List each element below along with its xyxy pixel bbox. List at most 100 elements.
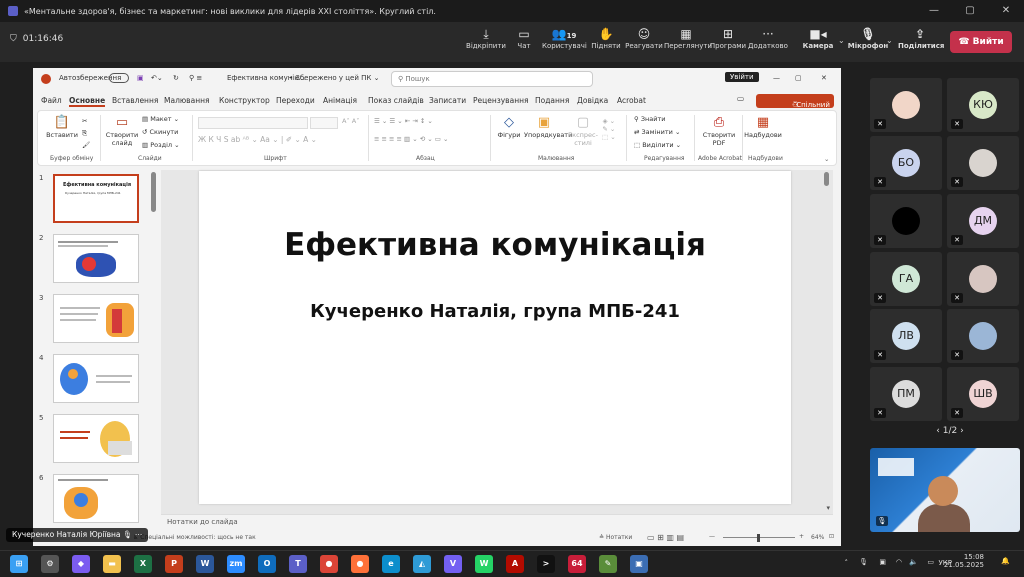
slide-thumb-5[interactable] (53, 414, 139, 463)
search-input[interactable]: ⚲ Пошук (391, 71, 593, 87)
tab-transitions[interactable]: Переходи (276, 96, 315, 105)
font-size-select[interactable] (310, 117, 338, 129)
copy-icon[interactable]: ⎘ (82, 129, 87, 138)
notifications-icon[interactable]: 🔔 (1001, 557, 1010, 565)
participant-tile[interactable]: ✕ (947, 252, 1019, 306)
chat-button[interactable]: ▭ Чат (502, 26, 546, 50)
layout-button[interactable]: ▤ Макет ⌄ (142, 115, 179, 123)
tab-help[interactable]: Довідка (577, 96, 608, 105)
zoom-in-icon[interactable]: + (799, 533, 804, 540)
zoom-taskbar-icon[interactable]: zm (227, 555, 245, 573)
paste-button[interactable]: 📋 Вставити (46, 115, 78, 139)
undo-icon[interactable]: ↶⌄ (151, 74, 163, 82)
thumbnails-scrollbar[interactable] (151, 172, 156, 212)
accessibility-status[interactable]: ♿ Спеціальні можливості: щось не так (133, 534, 256, 541)
mic-button[interactable]: 🎙 Мікрофон (846, 26, 890, 50)
cut-icon[interactable]: ✂ (82, 117, 87, 125)
ppt-minimize-button[interactable]: — (773, 74, 780, 82)
tab-record[interactable]: Записати (429, 96, 466, 105)
tab-animations[interactable]: Анімація (323, 96, 357, 105)
participant-tile[interactable]: ГА ✕ (870, 252, 942, 306)
slide-thumb-3[interactable] (53, 294, 139, 343)
notes-pane[interactable]: Нотатки до слайда (161, 514, 833, 530)
react-button[interactable]: ☺ Реагувати (622, 26, 666, 50)
select-button[interactable]: ⬚ Виділити ⌄ (634, 141, 681, 149)
next-page-icon[interactable]: › (960, 426, 964, 436)
wifi-icon[interactable]: ◠ (896, 558, 902, 566)
autosave-toggle[interactable] (109, 73, 129, 83)
slide-thumb-4[interactable] (53, 354, 139, 403)
slide-thumb-1[interactable]: Ефективна комунікація Кучеренко Наталія,… (53, 174, 139, 223)
share-button[interactable]: ⚇ Спільний доступ ⌄ (756, 94, 834, 123)
camera-button[interactable]: ■◂ Камера (796, 26, 840, 50)
reset-button[interactable]: ↺ Скинути (142, 128, 178, 136)
sign-in-tooltip[interactable]: Увійти (725, 72, 759, 82)
tab-slideshow[interactable]: Показ слайдів (368, 96, 424, 105)
teams-tray-icon[interactable]: ▣ (879, 558, 886, 566)
shape-fill-icons[interactable]: ◈ ⌄ ✎ ⌄ ⬚ ⌄ (602, 117, 616, 141)
participant-tile[interactable]: КЮ ✕ (947, 78, 1019, 132)
save-icon[interactable]: ▣ (137, 74, 144, 82)
tab-insert[interactable]: Вставлення (112, 96, 158, 105)
find-button[interactable]: ⚲ Знайти (634, 115, 665, 123)
battery-icon[interactable]: ▭ (927, 558, 934, 566)
people-button[interactable]: 👥19 Користувачі (542, 26, 587, 50)
firefox-taskbar-icon[interactable]: ● (351, 555, 369, 573)
tab-home[interactable]: Основне (69, 96, 106, 107)
whatsapp-taskbar-icon[interactable]: W (475, 555, 493, 573)
share-screen-button[interactable]: ⇪ Поділитися (898, 26, 944, 50)
excel-taskbar-icon[interactable]: X (134, 555, 152, 573)
settings-taskbar-icon[interactable]: ⚙ (41, 555, 59, 573)
explorer-taskbar-icon[interactable]: ▬ (103, 555, 121, 573)
ppt-close-button[interactable]: ✕ (821, 74, 827, 82)
ribbon-expand-chevron-icon[interactable]: ⌄ (824, 155, 829, 163)
show-hidden-icons[interactable]: ˄ (845, 559, 849, 567)
view-button[interactable]: ▦ Переглянути (664, 26, 712, 50)
font-grow-icon[interactable]: A˄ A˅ (342, 117, 359, 125)
tab-review[interactable]: Рецензування (473, 96, 529, 105)
current-slide[interactable]: Ефективна комунікація Кучеренко Наталія,… (199, 171, 791, 504)
new-slide-button[interactable]: ▭ Створити слайд (104, 115, 140, 147)
tab-draw[interactable]: Малювання (164, 96, 210, 105)
zoom-out-icon[interactable]: — (709, 533, 715, 540)
mic-options-chevron-icon[interactable]: ⌄ (886, 36, 893, 45)
leave-button[interactable]: ☎ Вийти (950, 31, 1012, 53)
tab-acrobat[interactable]: Acrobat (617, 96, 646, 105)
redo-icon[interactable]: ↻ (173, 74, 179, 82)
tab-file[interactable]: Файл (41, 96, 62, 105)
font-family-select[interactable] (198, 117, 308, 129)
font-format-icons[interactable]: Ж К Ч S ab ᴬᴮ ⌄ Аа ⌄ | ✐ ⌄ A ⌄ (198, 135, 317, 144)
comments-icon[interactable]: ▭ (737, 94, 744, 103)
customize-icon[interactable]: ⚲ ≡ (189, 74, 202, 82)
participant-tile[interactable]: ПМ ✕ (870, 367, 942, 421)
camera-options-chevron-icon[interactable]: ⌄ (838, 36, 845, 45)
clock[interactable]: 15:08 21.05.2025 (944, 553, 984, 569)
edge-taskbar-icon[interactable]: e (382, 555, 400, 573)
apps-button[interactable]: ⊞ Програми (706, 26, 750, 50)
app64-taskbar-icon[interactable]: 64 (568, 555, 586, 573)
zoom-thumb[interactable] (757, 534, 760, 542)
volume-icon[interactable]: 🔈 (909, 558, 918, 566)
view-buttons[interactable]: ▭ ⊞ ▥ ▤ (647, 533, 684, 542)
teams-taskbar-icon[interactable]: T (289, 555, 307, 573)
participant-tile[interactable]: ✕ (947, 136, 1019, 190)
section-button[interactable]: ▥ Розділ ⌄ (142, 141, 180, 149)
zoom-level[interactable]: 64% (811, 534, 824, 541)
maximize-button[interactable]: ▢ (952, 0, 988, 22)
chrome-taskbar-icon[interactable]: ● (320, 555, 338, 573)
arrange-button[interactable]: ▣ Упорядкувати (524, 115, 572, 139)
participant-tile[interactable]: ✕ (870, 78, 942, 132)
list-icons[interactable]: ☰ ⌄ ☰ ⌄ ⇤ ⇥ ↕ ⌄ (374, 117, 433, 125)
participant-tile[interactable]: ✕ (947, 309, 1019, 363)
word-taskbar-icon[interactable]: W (196, 555, 214, 573)
more-button[interactable]: ··· Додатково (746, 26, 790, 50)
align-icons[interactable]: ≡ ≡ ≡ ≡ ▥ ⌄ ⟲ ⌄ ▭ ⌄ (374, 135, 448, 143)
participant-tile[interactable]: ЛВ ✕ (870, 309, 942, 363)
quick-styles-button[interactable]: ▢ Експрес-стилі (566, 115, 600, 147)
fit-slide-icon[interactable]: ⊡ (829, 533, 834, 540)
participant-tile[interactable]: ШВ ✕ (947, 367, 1019, 421)
participant-tile[interactable]: БО ✕ (870, 136, 942, 190)
replace-button[interactable]: ⇄ Замінити ⌄ (634, 128, 680, 136)
acrobat-taskbar-icon[interactable]: A (506, 555, 524, 573)
slide-thumb-6[interactable] (53, 474, 139, 523)
